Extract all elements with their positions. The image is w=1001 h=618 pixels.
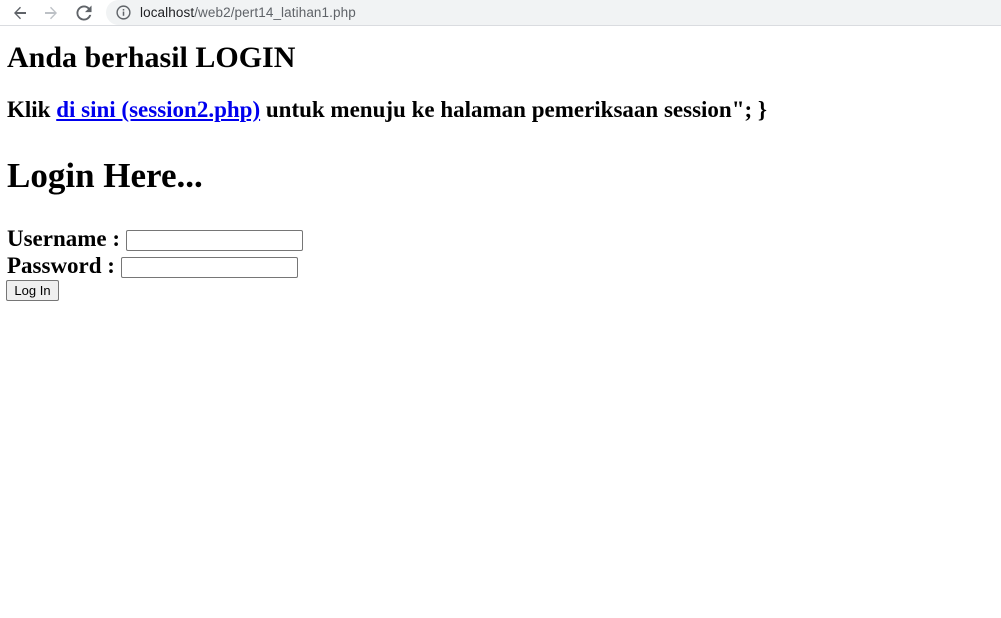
username-label: Username : xyxy=(7,226,121,251)
back-button[interactable] xyxy=(9,2,31,24)
info-icon[interactable] xyxy=(116,5,131,20)
page-content: Anda berhasil LOGIN Klik di sini (sessio… xyxy=(0,31,1001,618)
klik-suffix: untuk menuju ke halaman pemeriksaan sess… xyxy=(260,97,767,122)
reload-button[interactable] xyxy=(73,2,95,24)
url-text: localhost/web2/pert14_latihan1.php xyxy=(140,5,356,20)
login-button[interactable]: Log In xyxy=(6,280,59,301)
arrow-right-icon xyxy=(45,6,57,20)
reload-icon xyxy=(76,5,92,21)
session-link-text: Klik di sini (session2.php) untuk menuju… xyxy=(7,97,767,123)
password-row: Password : xyxy=(7,253,298,279)
session2-link[interactable]: di sini (session2.php) xyxy=(56,97,260,122)
arrow-left-icon xyxy=(14,6,26,20)
url-host: localhost xyxy=(140,5,195,20)
success-heading: Anda berhasil LOGIN xyxy=(7,41,296,74)
username-row: Username : xyxy=(7,226,304,252)
username-input[interactable] xyxy=(126,230,304,251)
password-input[interactable] xyxy=(120,257,298,278)
login-heading: Login Here... xyxy=(7,156,203,195)
password-label: Password : xyxy=(7,253,115,278)
address-bar[interactable]: localhost/web2/pert14_latihan1.php xyxy=(106,0,1001,25)
klik-prefix: Klik xyxy=(7,97,57,122)
forward-button[interactable] xyxy=(40,2,62,24)
url-path: /web2/pert14_latihan1.php xyxy=(194,5,356,20)
browser-toolbar: localhost/web2/pert14_latihan1.php xyxy=(0,0,1001,26)
